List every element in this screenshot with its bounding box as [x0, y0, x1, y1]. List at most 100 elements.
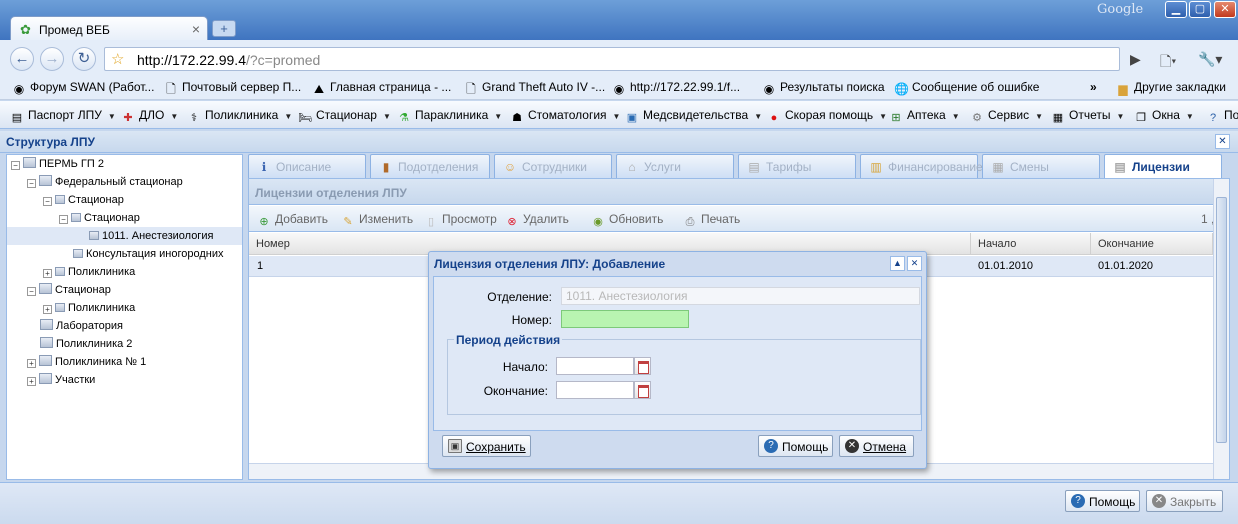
vertical-scrollbar[interactable] — [1213, 179, 1229, 479]
close-icon[interactable]: ✕ — [907, 256, 922, 271]
menu-dentistry[interactable]: ☗ Стоматология ▼ — [510, 108, 620, 125]
menu-polyclinic[interactable]: ⚕ Поликлиника ▼ — [187, 108, 292, 125]
menu-paraclinic[interactable]: ⚗ Параклиника ▼ — [397, 108, 502, 125]
bookmark-item[interactable]: ◉ Результаты поиска — [762, 80, 885, 96]
tab-financing[interactable]: ▥ Финансирование — [860, 154, 983, 178]
menu-pharmacy[interactable]: ⊞ Аптека ▼ — [889, 108, 959, 125]
browser-tab[interactable]: ✿ Промед ВЕБ × — [10, 16, 208, 42]
add-button[interactable]: ⊕ Добавить — [257, 212, 328, 229]
stethoscope-icon: ⚕ — [191, 112, 197, 124]
collapse-icon: − — [59, 215, 68, 224]
back-button[interactable]: ← — [10, 47, 34, 71]
end-date-field[interactable] — [556, 381, 634, 399]
bookmark-item[interactable]: 🌐 Сообщение об ошибке — [894, 80, 1039, 96]
refresh-button[interactable]: ◉ Обновить — [591, 212, 663, 229]
dialog-cancel-button[interactable]: ✕ Отмена — [839, 435, 914, 457]
menu-help[interactable]: ?Помощь — [1206, 108, 1238, 125]
column-header-end[interactable]: Окончание — [1091, 233, 1213, 255]
forward-button[interactable]: → — [40, 47, 64, 71]
tariffs-icon: ▤ — [748, 160, 760, 174]
wrench-icon[interactable]: 🔧▾ — [1198, 51, 1222, 68]
column-header-start[interactable]: Начало — [971, 233, 1091, 255]
menu-windows[interactable]: ❐ Окна ▼ — [1134, 108, 1194, 125]
bookmark-star-icon[interactable]: ☆ — [111, 50, 124, 68]
swan-icon: ◉ — [763, 82, 775, 96]
tree-node[interactable]: + Поликлиника — [43, 299, 135, 317]
calendar-icon[interactable] — [634, 357, 651, 375]
collapse-icon[interactable]: ▲ — [890, 256, 905, 271]
tab-description[interactable]: ℹ Описание — [248, 154, 366, 178]
grid-toolbar: ⊕ Добавить ✎ Изменить ▯ Просмотр ⊗ Удалить ◉… — [249, 206, 1229, 232]
tree-node[interactable]: Поликлиника 2 — [40, 335, 132, 353]
tree-node[interactable]: − Стационар — [43, 191, 124, 209]
pencil-icon: ✎ — [343, 216, 353, 228]
calendar-icon[interactable] — [634, 381, 651, 399]
bookmark-item[interactable]: ⛰ Главная страница - ... — [312, 80, 451, 96]
tab-subdivisions[interactable]: ▮ Подотделения — [370, 154, 490, 178]
dialog-help-button[interactable]: ? Помощь — [758, 435, 833, 457]
footer-help-button[interactable]: ? Помощь — [1065, 490, 1140, 512]
print-button[interactable]: ⎙ Печать — [683, 212, 741, 229]
menu-dlo[interactable]: ✚ ДЛО ▼ — [121, 108, 178, 125]
scroll-thumb[interactable] — [1216, 197, 1227, 443]
view-button[interactable]: ▯ Просмотр — [424, 212, 497, 229]
edit-button[interactable]: ✎ Изменить — [341, 212, 413, 229]
menu-ambulance[interactable]: ● Скорая помощь ▼ — [767, 108, 887, 125]
bookmark-item[interactable]: 🗋 Почтовый сервер П... — [164, 80, 301, 96]
department-icon — [89, 231, 99, 240]
tree-node[interactable]: − Федеральный стационар — [27, 173, 183, 191]
window-close-button[interactable]: ✕ — [1214, 1, 1236, 18]
tree-node[interactable]: − Стационар — [27, 281, 111, 299]
number-label: Номер: — [511, 313, 552, 327]
tab-staff[interactable]: ☺ Сотрудники — [494, 154, 612, 178]
bookmark-item[interactable]: ◉ Форум SWAN (Работ... — [12, 80, 155, 96]
tab-licenses[interactable]: ▤ Лицензии — [1104, 154, 1222, 178]
other-bookmarks[interactable]: ▆ Другие закладки — [1116, 80, 1226, 96]
tree-node[interactable]: − ПЕРМЬ ГП 2 — [11, 155, 104, 173]
tree-node[interactable]: − Стационар — [59, 209, 140, 227]
collapse-icon: − — [11, 161, 20, 170]
tab-tariffs[interactable]: ▤ Тарифы — [738, 154, 856, 178]
menu-service[interactable]: ⚙ Сервис ▼ — [970, 108, 1043, 125]
menu-hospital[interactable]: 🛏 Стационар ▼ — [298, 108, 391, 125]
add-icon: ⊕ — [259, 216, 269, 228]
bookmarks-overflow-icon[interactable]: » — [1090, 80, 1097, 94]
passport-icon: ▤ — [11, 112, 23, 124]
tab-close-icon[interactable]: × — [192, 21, 200, 37]
tree-node[interactable]: + Участки — [27, 371, 95, 389]
tab-shifts[interactable]: ▦ Смены — [982, 154, 1100, 178]
tree-node[interactable]: + Поликлиника № 1 — [27, 353, 146, 371]
page-icon: 🗋 — [166, 82, 176, 96]
page-menu-icon[interactable]: 🗋▾ — [1160, 51, 1176, 75]
users-icon: ☺ — [503, 160, 517, 174]
reload-button[interactable]: ↻ — [72, 47, 96, 71]
address-url: http://172.22.99.4/?c=promed — [137, 52, 321, 68]
menu-reports[interactable]: ▦ Отчеты ▼ — [1051, 108, 1125, 125]
tree-node[interactable]: Лаборатория — [40, 317, 123, 335]
panel-close-icon[interactable]: ✕ — [1215, 134, 1230, 149]
new-tab-button[interactable]: + — [212, 20, 236, 37]
bookmarks-bar: ◉ Форум SWAN (Работ... 🗋 Почтовый сервер П… — [0, 76, 1238, 100]
maximize-button[interactable]: ▢ — [1189, 1, 1211, 18]
delete-button[interactable]: ⊗ Удалить — [505, 212, 568, 229]
tree-node[interactable]: + Поликлиника — [43, 263, 135, 281]
address-bar[interactable]: ☆ http://172.22.99.4/?c=promed — [104, 47, 1120, 71]
windows-icon: ❐ — [1136, 112, 1146, 124]
save-button[interactable]: ▣ Сохранить — [442, 435, 531, 457]
go-icon[interactable]: ▶ — [1130, 51, 1141, 68]
department-label: Отделение: — [487, 290, 552, 304]
tree-node-selected[interactable]: 1011. Анестезиология — [7, 227, 242, 245]
number-field[interactable] — [561, 310, 689, 328]
menu-passport[interactable]: ▤ Паспорт ЛПУ ▼ — [10, 108, 116, 125]
footer-close-button[interactable]: ✕ Закрыть — [1146, 490, 1223, 512]
bookmark-item[interactable]: ◉ http://172.22.99.1/f... — [612, 80, 740, 96]
delete-icon: ⊗ — [507, 216, 517, 228]
start-date-field[interactable] — [556, 357, 634, 375]
tab-services[interactable]: ⌂ Услуги — [616, 154, 734, 178]
door-icon: ▮ — [382, 160, 390, 174]
bookmark-item[interactable]: 🗋 Grand Theft Auto IV -... — [464, 80, 605, 96]
minimize-button[interactable]: ▁ — [1165, 1, 1187, 18]
browser-brand: Google — [1097, 2, 1144, 17]
menu-certificates[interactable]: ▣ Медсвидетельства ▼ — [625, 108, 762, 125]
tree-node[interactable]: Консультация иногородних — [73, 245, 224, 263]
